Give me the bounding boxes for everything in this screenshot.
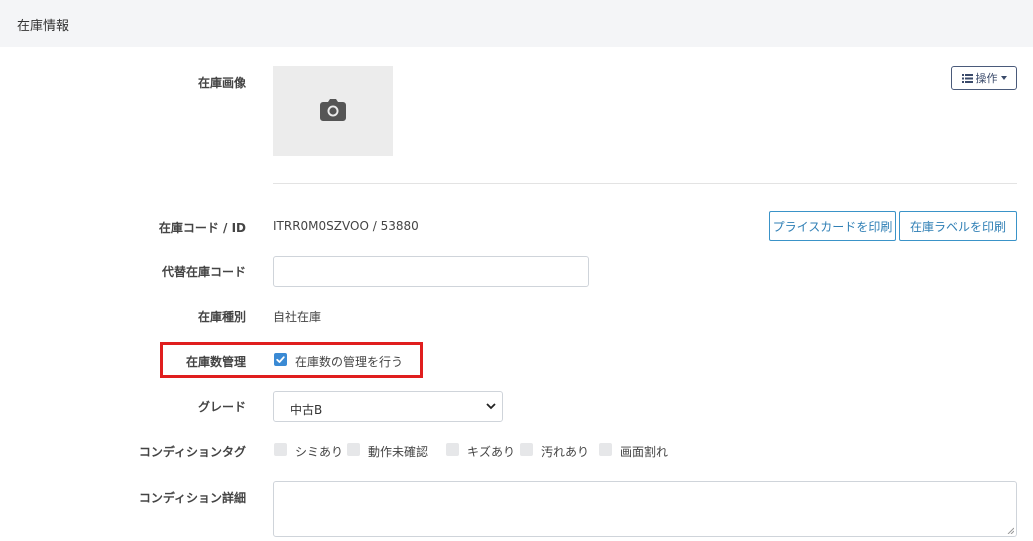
condition-tag-label-cracked-screen[interactable]: 画面割れ (620, 443, 668, 460)
operations-label: 操作 (975, 73, 998, 85)
check-icon (276, 356, 285, 363)
condition-tag-label-dirt[interactable]: 汚れあり (541, 443, 589, 460)
condition-tags-label: コンディションタグ (138, 445, 246, 459)
chevron-down-icon (486, 403, 496, 410)
resize-handle-icon[interactable] (1007, 527, 1014, 534)
stock-type-label: 在庫種別 (197, 310, 246, 324)
camera-icon (320, 99, 346, 121)
print-stock-label-button[interactable]: 在庫ラベルを印刷 (899, 211, 1017, 241)
condition-detail-textarea[interactable] (273, 481, 1017, 537)
stock-code-value: ITRR0M0SZVOO / 53880 (273, 219, 419, 233)
condition-tag-label-unverified[interactable]: 動作未確認 (368, 443, 428, 460)
condition-detail-label: コンディション詳細 (138, 491, 246, 505)
grade-selected-value: 中古B (290, 403, 323, 417)
divider (273, 183, 1017, 184)
stock-image-upload[interactable] (273, 66, 393, 156)
condition-tag-label-stain[interactable]: シミあり (295, 443, 343, 460)
quantity-mgmt-checkbox-label[interactable]: 在庫数の管理を行う (295, 353, 403, 370)
grade-label: グレード (197, 400, 246, 414)
stock-image-label: 在庫画像 (197, 76, 246, 90)
quantity-mgmt-label: 在庫数管理 (185, 355, 246, 369)
stock-type-value: 自社在庫 (273, 310, 322, 324)
quantity-mgmt-checkbox[interactable] (274, 353, 287, 366)
condition-tag-checkbox-cracked-screen[interactable] (599, 443, 612, 456)
list-icon (961, 73, 973, 83)
print-price-card-button[interactable]: プライスカードを印刷 (769, 211, 896, 241)
condition-tag-label-scratch[interactable]: キズあり (467, 443, 515, 460)
grade-select[interactable]: 中古B (273, 391, 503, 422)
stock-code-label: 在庫コード / ID (158, 221, 246, 235)
condition-tag-checkbox-dirt[interactable] (520, 443, 533, 456)
condition-tag-checkbox-stain[interactable] (274, 443, 287, 456)
condition-tag-checkbox-unverified[interactable] (347, 443, 360, 456)
section-title: 在庫情報 (17, 19, 70, 34)
section-header: 在庫情報 (0, 0, 1033, 47)
alt-code-input[interactable] (273, 256, 589, 287)
alt-code-label: 代替在庫コード (161, 265, 246, 279)
caret-down-icon (1000, 76, 1007, 80)
condition-tag-checkbox-scratch[interactable] (446, 443, 459, 456)
operations-button[interactable]: 操作 (951, 66, 1017, 90)
